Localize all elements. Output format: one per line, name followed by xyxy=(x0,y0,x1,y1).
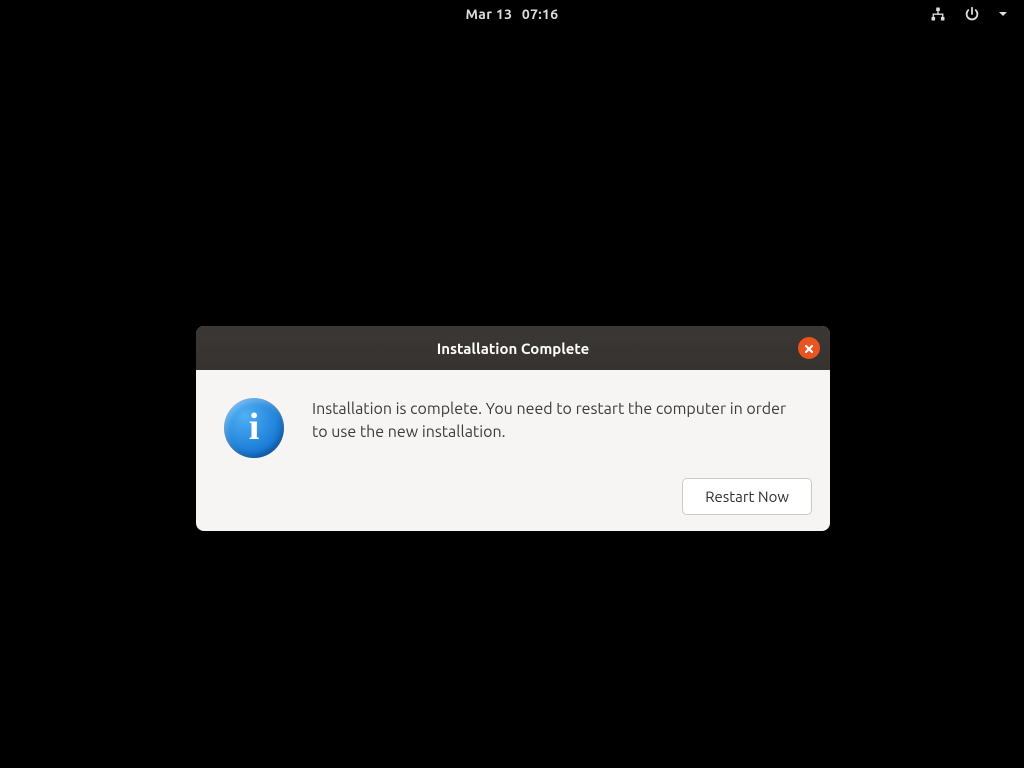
restart-now-button[interactable]: Restart Now xyxy=(682,478,812,515)
clock-date: Mar 13 xyxy=(466,6,513,22)
installation-complete-dialog: Installation Complete i Installation is … xyxy=(196,326,830,531)
system-status-area[interactable] xyxy=(930,0,1008,28)
dialog-title: Installation Complete xyxy=(437,340,590,357)
clock-time: 07:16 xyxy=(522,6,559,22)
clock[interactable]: Mar 13 07:16 xyxy=(466,6,559,22)
network-icon xyxy=(930,6,946,22)
dialog-titlebar[interactable]: Installation Complete xyxy=(196,326,830,370)
chevron-down-icon xyxy=(998,9,1008,19)
close-icon xyxy=(804,340,814,357)
power-icon xyxy=(964,6,980,22)
dialog-message: Installation is complete. You need to re… xyxy=(312,394,802,444)
dialog-body: i Installation is complete. You need to … xyxy=(196,370,830,478)
info-icon-letter: i xyxy=(249,408,260,446)
top-bar: Mar 13 07:16 xyxy=(0,0,1024,28)
info-icon: i xyxy=(224,398,284,458)
dialog-actions: Restart Now xyxy=(196,478,830,531)
close-button[interactable] xyxy=(798,337,820,359)
